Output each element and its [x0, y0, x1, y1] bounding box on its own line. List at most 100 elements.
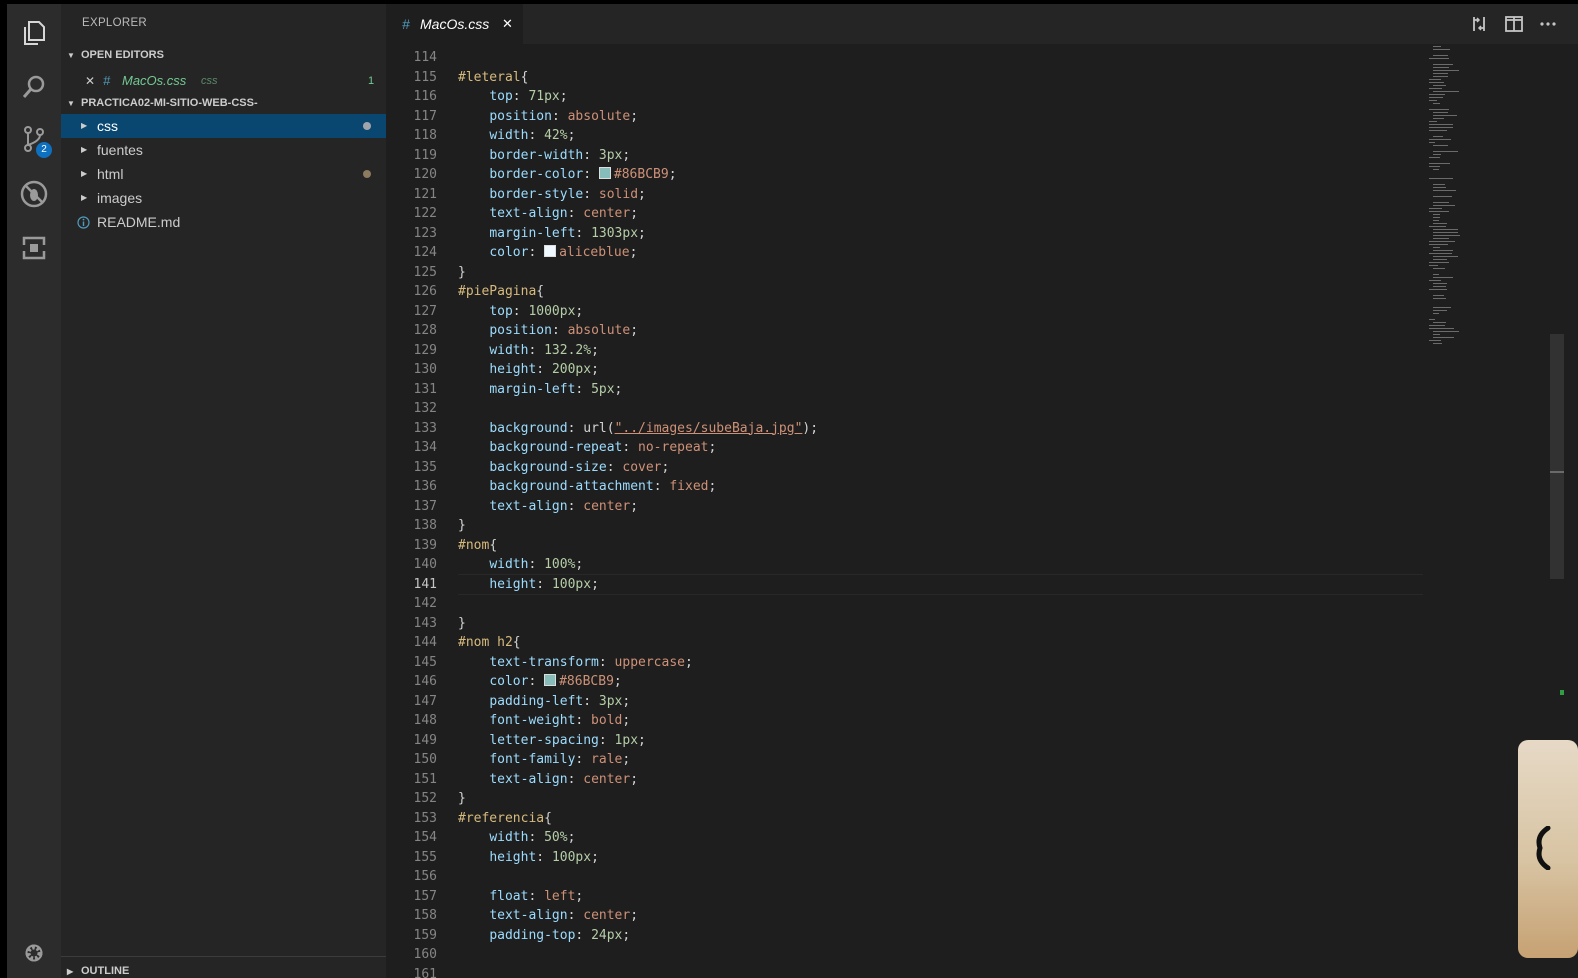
code-line[interactable]: 152}	[386, 789, 1426, 809]
minimap-line	[1429, 124, 1453, 125]
code-line[interactable]: 133 background: url("../images/subeBaja.…	[386, 419, 1426, 439]
code-line[interactable]: 127 top: 1000px;	[386, 302, 1426, 322]
code-line[interactable]: 142	[386, 594, 1426, 614]
code-line[interactable]: 160	[386, 945, 1426, 965]
line-text: #nom{	[458, 537, 498, 553]
code-line[interactable]: 135 background-size: cover;	[386, 458, 1426, 478]
code-line[interactable]: 156	[386, 867, 1426, 887]
search-icon[interactable]	[19, 72, 49, 102]
code-line[interactable]: 138}	[386, 516, 1426, 536]
code-line[interactable]: 143}	[386, 614, 1426, 634]
code-line[interactable]: 121 border-style: solid;	[386, 185, 1426, 205]
minimap-line	[1429, 82, 1444, 83]
code-line[interactable]: 147 padding-left: 3px;	[386, 692, 1426, 712]
minimap-line	[1433, 256, 1458, 257]
code-line[interactable]: 119 border-width: 3px;	[386, 146, 1426, 166]
code-line[interactable]: 126 #piePagina{	[386, 282, 1426, 302]
code-line[interactable]: 134 background-repeat: no-repeat;	[386, 438, 1426, 458]
minimap-line	[1429, 340, 1441, 341]
modified-dot	[363, 122, 371, 130]
line-text: border-color: #86BCB9;	[489, 167, 677, 182]
line-text: background-repeat: no-repeat;	[489, 440, 717, 455]
tab-macos-css[interactable]: # MacOs.css ✕	[386, 4, 523, 44]
code-line[interactable]: 123 margin-left: 1303px;	[386, 224, 1426, 244]
minimap-line	[1433, 196, 1452, 197]
code-line[interactable]: 154 width: 50%;	[386, 828, 1426, 848]
code-line[interactable]: 141 height: 100px;	[386, 575, 1426, 595]
minimap-line	[1429, 244, 1448, 245]
minimap-line	[1429, 142, 1435, 143]
extensions-icon[interactable]	[19, 233, 49, 263]
folder-css[interactable]: ▶ css	[61, 114, 386, 138]
close-icon[interactable]: ✕	[85, 69, 95, 93]
outline-header[interactable]: ▶ OUTLINE	[67, 960, 129, 978]
code-line[interactable]: 144 #nom h2{	[386, 633, 1426, 653]
code-line[interactable]: 155 height: 100px;	[386, 848, 1426, 868]
minimap-line	[1433, 277, 1453, 278]
open-editors-header[interactable]: ▼ OPEN EDITORS	[67, 44, 164, 66]
code-line[interactable]: 115 #leteral{	[386, 68, 1426, 88]
minimap-line	[1429, 88, 1442, 89]
code-line[interactable]: 149 letter-spacing: 1px;	[386, 731, 1426, 751]
code-line[interactable]: 128 position: absolute;	[386, 321, 1426, 341]
close-icon[interactable]: ✕	[502, 4, 513, 44]
code-line[interactable]: 117 position: absolute;	[386, 107, 1426, 127]
project-folder-header[interactable]: ▼ PRACTICA02-MI-SITIO-WEB-CSS-	[67, 92, 258, 114]
chevron-right-icon: ▶	[81, 121, 88, 130]
line-number: 119	[413, 147, 437, 163]
line-number: 147	[413, 693, 437, 709]
folder-fuentes[interactable]: ▶ fuentes	[61, 138, 386, 162]
code-line[interactable]: 136 background-attachment: fixed;	[386, 477, 1426, 497]
code-line[interactable]: 125}	[386, 263, 1426, 283]
code-line[interactable]: 148 font-weight: bold;	[386, 711, 1426, 731]
code-line[interactable]: 139 #nom{	[386, 536, 1426, 556]
code-line[interactable]: 153 #referencia{	[386, 809, 1426, 829]
code-line[interactable]: 151 text-align: center;	[386, 770, 1426, 790]
code-editor[interactable]: 114 115 #leteral{116 top: 71px; 117 positio…	[386, 44, 1578, 978]
minimap-line	[1429, 319, 1435, 320]
css-file-icon: #	[402, 16, 410, 32]
code-line[interactable]: 158 text-align: center;	[386, 906, 1426, 926]
code-line[interactable]: 150 font-family: rale;	[386, 750, 1426, 770]
code-line[interactable]: 130 height: 200px;	[386, 360, 1426, 380]
outline-section[interactable]: ▶ OUTLINE	[61, 956, 386, 978]
css-file-icon: #	[103, 73, 111, 88]
code-line[interactable]: 118 width: 42%;	[386, 126, 1426, 146]
code-line[interactable]: 114	[386, 48, 1426, 68]
code-line[interactable]: 137 text-align: center;	[386, 497, 1426, 517]
files-icon[interactable]	[19, 18, 49, 48]
minimap[interactable]	[1421, 44, 1531, 354]
code-line[interactable]: 120 border-color: #86BCB9;	[386, 165, 1426, 185]
line-number: 135	[413, 459, 437, 475]
code-line[interactable]: 129 width: 132.2%;	[386, 341, 1426, 361]
code-line[interactable]: 131 margin-left: 5px;	[386, 380, 1426, 400]
more-actions-icon[interactable]	[1538, 14, 1558, 34]
code-line[interactable]: 122 text-align: center;	[386, 204, 1426, 224]
debug-icon[interactable]	[19, 179, 49, 209]
file-readme[interactable]: README.md	[61, 210, 386, 234]
line-number: 157	[413, 888, 437, 904]
code-line[interactable]: 145 text-transform: uppercase;	[386, 653, 1426, 673]
minimap-line	[1429, 280, 1441, 281]
line-number: 117	[413, 108, 437, 124]
open-editor-item[interactable]: ✕ # MacOs.css css 1	[61, 69, 386, 93]
compare-changes-icon[interactable]	[1469, 14, 1489, 34]
code-line[interactable]: 161	[386, 965, 1426, 978]
code-line[interactable]: 159 padding-top: 24px;	[386, 926, 1426, 946]
settings-gear-icon[interactable]	[19, 938, 49, 968]
code-line[interactable]: 157 float: left;	[386, 887, 1426, 907]
split-editor-icon[interactable]	[1504, 14, 1524, 34]
vertical-scrollbar[interactable]	[1550, 334, 1564, 579]
minimap-line	[1433, 70, 1459, 71]
folder-images[interactable]: ▶ images	[61, 186, 386, 210]
floating-widget[interactable]	[1518, 740, 1578, 958]
code-line[interactable]: 132	[386, 399, 1426, 419]
code-line[interactable]: 140 width: 100%;	[386, 555, 1426, 575]
line-number: 151	[413, 771, 437, 787]
folder-html[interactable]: ▶ html	[61, 162, 386, 186]
code-line[interactable]: 124 color: aliceblue;	[386, 243, 1426, 263]
code-line[interactable]: 116 top: 71px;	[386, 87, 1426, 107]
line-text: border-style: solid;	[489, 186, 646, 202]
code-line[interactable]: 146 color: #86BCB9;	[386, 672, 1426, 692]
line-number: 153	[413, 810, 437, 826]
